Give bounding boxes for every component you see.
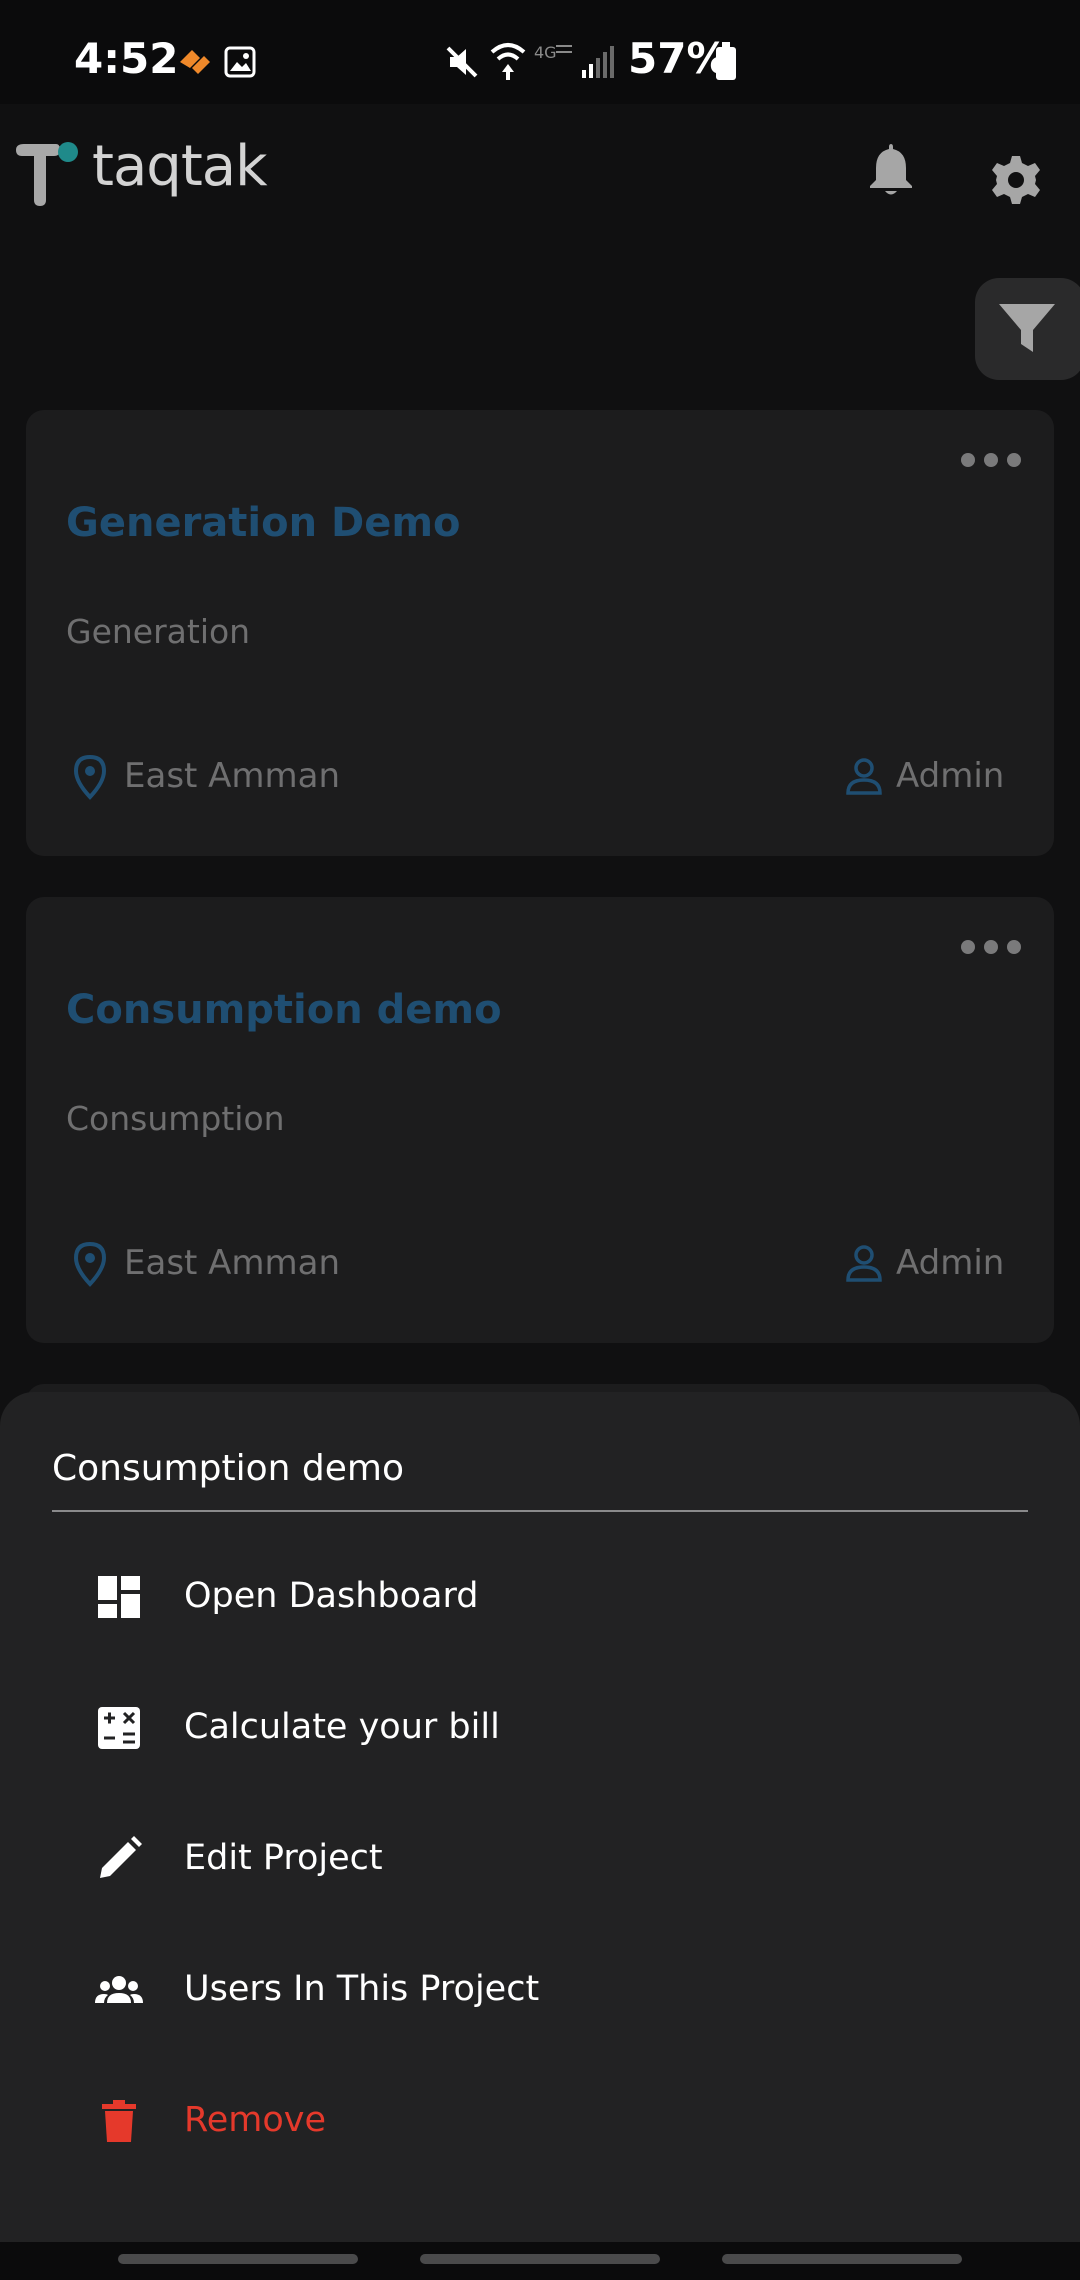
- app-badge-icon: [180, 50, 210, 74]
- open-dashboard-item[interactable]: Open Dashboard: [0, 1538, 1080, 1658]
- project-role: Admin: [896, 1243, 1005, 1283]
- project-title: Generation Demo: [66, 500, 461, 546]
- project-type: Generation: [66, 612, 251, 651]
- pencil-icon: [100, 1836, 142, 1878]
- edit-project-item[interactable]: Edit Project: [0, 1800, 1080, 1920]
- system-nav-bar: [0, 2242, 1080, 2280]
- project-card[interactable]: Generation Demo Generation East Amman Ad…: [26, 410, 1054, 856]
- mute-icon: [446, 46, 478, 78]
- app-bar: taqtak: [0, 104, 1080, 234]
- nav-recents-handle[interactable]: [118, 2254, 358, 2264]
- filter-icon: [999, 304, 1055, 352]
- sheet-title: Consumption demo: [52, 1448, 404, 1489]
- project-title: Consumption demo: [66, 987, 502, 1033]
- logo-text: taqtak: [92, 134, 268, 199]
- nav-back-handle[interactable]: [722, 2254, 962, 2264]
- project-location: East Amman: [124, 1243, 341, 1283]
- project-users-item[interactable]: Users In This Project: [0, 1931, 1080, 2051]
- project-card[interactable]: Consumption demo Consumption East Amman …: [26, 897, 1054, 1343]
- svg-text:4G: 4G: [534, 43, 557, 62]
- location-pin-icon: [73, 1241, 107, 1287]
- user-icon: [846, 1245, 882, 1282]
- gear-icon[interactable]: [990, 154, 1042, 206]
- trash-icon: [102, 2100, 136, 2142]
- calculate-bill-label: Calculate your bill: [184, 1707, 500, 1747]
- more-options-icon[interactable]: [960, 939, 1022, 955]
- filter-button[interactable]: [975, 278, 1080, 380]
- project-options-sheet: Consumption demo Open Dashboard Calculat…: [0, 1392, 1080, 2242]
- project-location: East Amman: [124, 756, 341, 796]
- open-dashboard-label: Open Dashboard: [184, 1576, 479, 1616]
- gallery-icon: [224, 46, 256, 78]
- dashboard-icon: [98, 1576, 140, 1618]
- bell-icon[interactable]: [866, 140, 916, 196]
- calculate-bill-item[interactable]: Calculate your bill: [0, 1669, 1080, 1789]
- wifi-icon: [490, 43, 526, 80]
- users-icon: [95, 1976, 143, 2003]
- calculator-icon: [98, 1707, 140, 1749]
- user-icon: [846, 758, 882, 795]
- project-role: Admin: [896, 756, 1005, 796]
- sheet-divider: [52, 1510, 1028, 1512]
- signal-icon: [582, 46, 614, 78]
- project-type: Consumption: [66, 1099, 285, 1138]
- nav-home-handle[interactable]: [420, 2254, 660, 2264]
- project-users-label: Users In This Project: [184, 1969, 540, 2009]
- lte-icon: 4G: [534, 43, 572, 62]
- remove-project-item[interactable]: Remove: [0, 2062, 1080, 2182]
- location-pin-icon: [73, 754, 107, 800]
- status-bar: 4:52 4G 57%: [0, 0, 1080, 104]
- edit-project-label: Edit Project: [184, 1838, 383, 1878]
- battery-icon: [716, 42, 736, 80]
- status-time: 4:52: [74, 34, 179, 83]
- remove-project-label: Remove: [184, 2100, 327, 2140]
- taqtak-logo-icon: [16, 142, 78, 206]
- more-options-icon[interactable]: [960, 452, 1022, 468]
